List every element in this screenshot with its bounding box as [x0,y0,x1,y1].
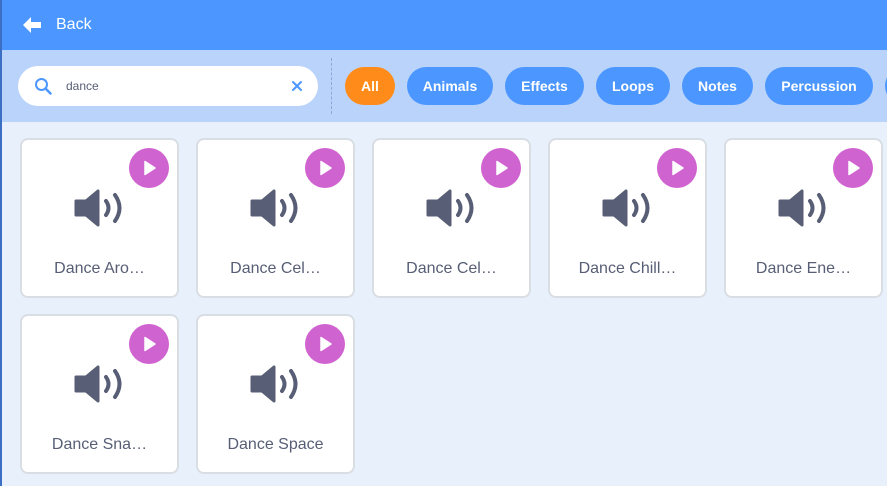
close-icon[interactable] [290,79,304,93]
sound-card[interactable]: Dance Aro… [20,138,179,298]
tag-animals[interactable]: Animals [407,67,493,105]
sound-name: Dance Space [227,436,324,453]
play-button[interactable] [305,148,345,188]
play-icon [496,160,508,176]
speaker-icon [250,365,297,403]
speaker-icon [250,189,297,227]
play-icon [320,336,332,352]
play-button[interactable] [481,148,521,188]
sound-name: Dance Ene… [755,260,852,277]
play-button[interactable] [833,148,873,188]
sound-name: Dance Aro… [54,260,145,277]
speaker-icon [426,189,473,227]
sound-library-window: Back All Animals Effects Loops Notes Per… [0,0,887,486]
play-button[interactable] [129,324,169,364]
sound-name: Dance Chill… [578,260,677,277]
play-icon [320,160,332,176]
speaker-icon [602,189,649,227]
search-icon [35,78,52,95]
divider [331,58,332,114]
speaker-icon [778,189,825,227]
speaker-icon [74,365,121,403]
search-box[interactable] [18,66,318,106]
sound-card[interactable]: Dance Cel… [196,138,355,298]
back-button[interactable]: Back [22,16,92,34]
speaker-icon [74,189,121,227]
play-icon [848,160,860,176]
tag-notes[interactable]: Notes [682,67,753,105]
filter-bar: All Animals Effects Loops Notes Percussi… [2,50,887,122]
back-label: Back [56,16,92,33]
sound-name: Dance Cel… [230,260,321,277]
tag-percussion[interactable]: Percussion [765,67,873,105]
sound-card[interactable]: Dance Ene… [724,138,883,298]
tag-all[interactable]: All [345,67,395,105]
play-button[interactable] [657,148,697,188]
play-button[interactable] [305,324,345,364]
sound-card[interactable]: Dance Chill… [548,138,707,298]
tag-loops[interactable]: Loops [596,67,670,105]
back-arrow-icon [23,17,41,33]
play-button[interactable] [129,148,169,188]
sound-card[interactable]: Dance Cel… [372,138,531,298]
sound-card[interactable]: Dance Sna… [20,314,179,474]
play-icon [144,336,156,352]
search-input[interactable] [66,74,266,98]
sound-card[interactable]: Dance Space [196,314,355,474]
sound-name: Dance Cel… [406,260,497,277]
tag-effects[interactable]: Effects [505,67,584,105]
top-bar: Back [2,0,887,50]
play-icon [144,160,156,176]
play-icon [672,160,684,176]
sound-name: Dance Sna… [51,436,148,453]
